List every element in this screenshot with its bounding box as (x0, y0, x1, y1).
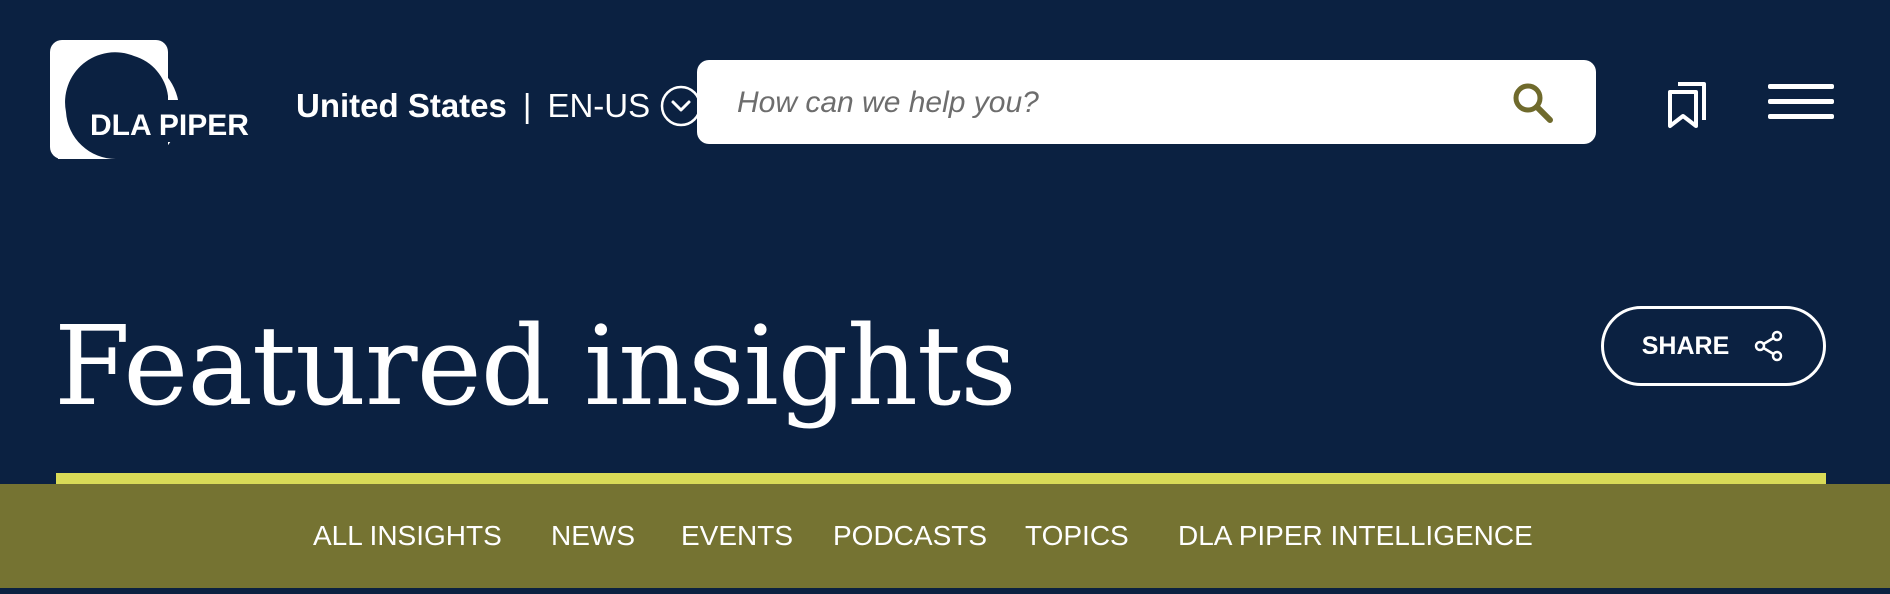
site-header: DLA PIPER United States | EN-US (0, 0, 1890, 200)
nav-item-events[interactable]: EVENTS (681, 518, 793, 554)
search-icon[interactable] (1511, 81, 1555, 125)
region-selector[interactable]: United States | EN-US (296, 82, 702, 130)
logo-text: DLA PIPER (90, 109, 249, 142)
nav-item-dla-piper-intelligence[interactable]: DLA PIPER INTELLIGENCE (1178, 518, 1533, 554)
share-icon (1753, 330, 1785, 362)
nav-item-podcasts[interactable]: PODCASTS (833, 518, 987, 554)
bottom-strip (0, 588, 1890, 594)
nav-item-all-insights[interactable]: ALL INSIGHTS (313, 518, 502, 554)
nav-item-topics[interactable]: TOPICS (1025, 518, 1129, 554)
insights-nav: ALL INSIGHTS NEWS EVENTS PODCASTS TOPICS… (0, 484, 1890, 588)
hamburger-menu-icon[interactable] (1768, 82, 1834, 122)
country-label[interactable]: United States (296, 87, 507, 125)
language-label[interactable]: EN-US (547, 87, 650, 125)
dla-piper-logo[interactable]: DLA PIPER (50, 40, 254, 159)
search-input[interactable] (735, 60, 1499, 146)
chevron-down-icon[interactable] (660, 85, 702, 127)
page-title: Featured insights (54, 302, 1017, 430)
region-separator: | (522, 87, 532, 124)
bookmark-icon[interactable] (1666, 80, 1710, 130)
search-box (697, 60, 1596, 146)
share-button[interactable]: SHARE (1601, 306, 1826, 386)
nav-item-news[interactable]: NEWS (551, 518, 635, 554)
share-label: SHARE (1641, 331, 1730, 360)
